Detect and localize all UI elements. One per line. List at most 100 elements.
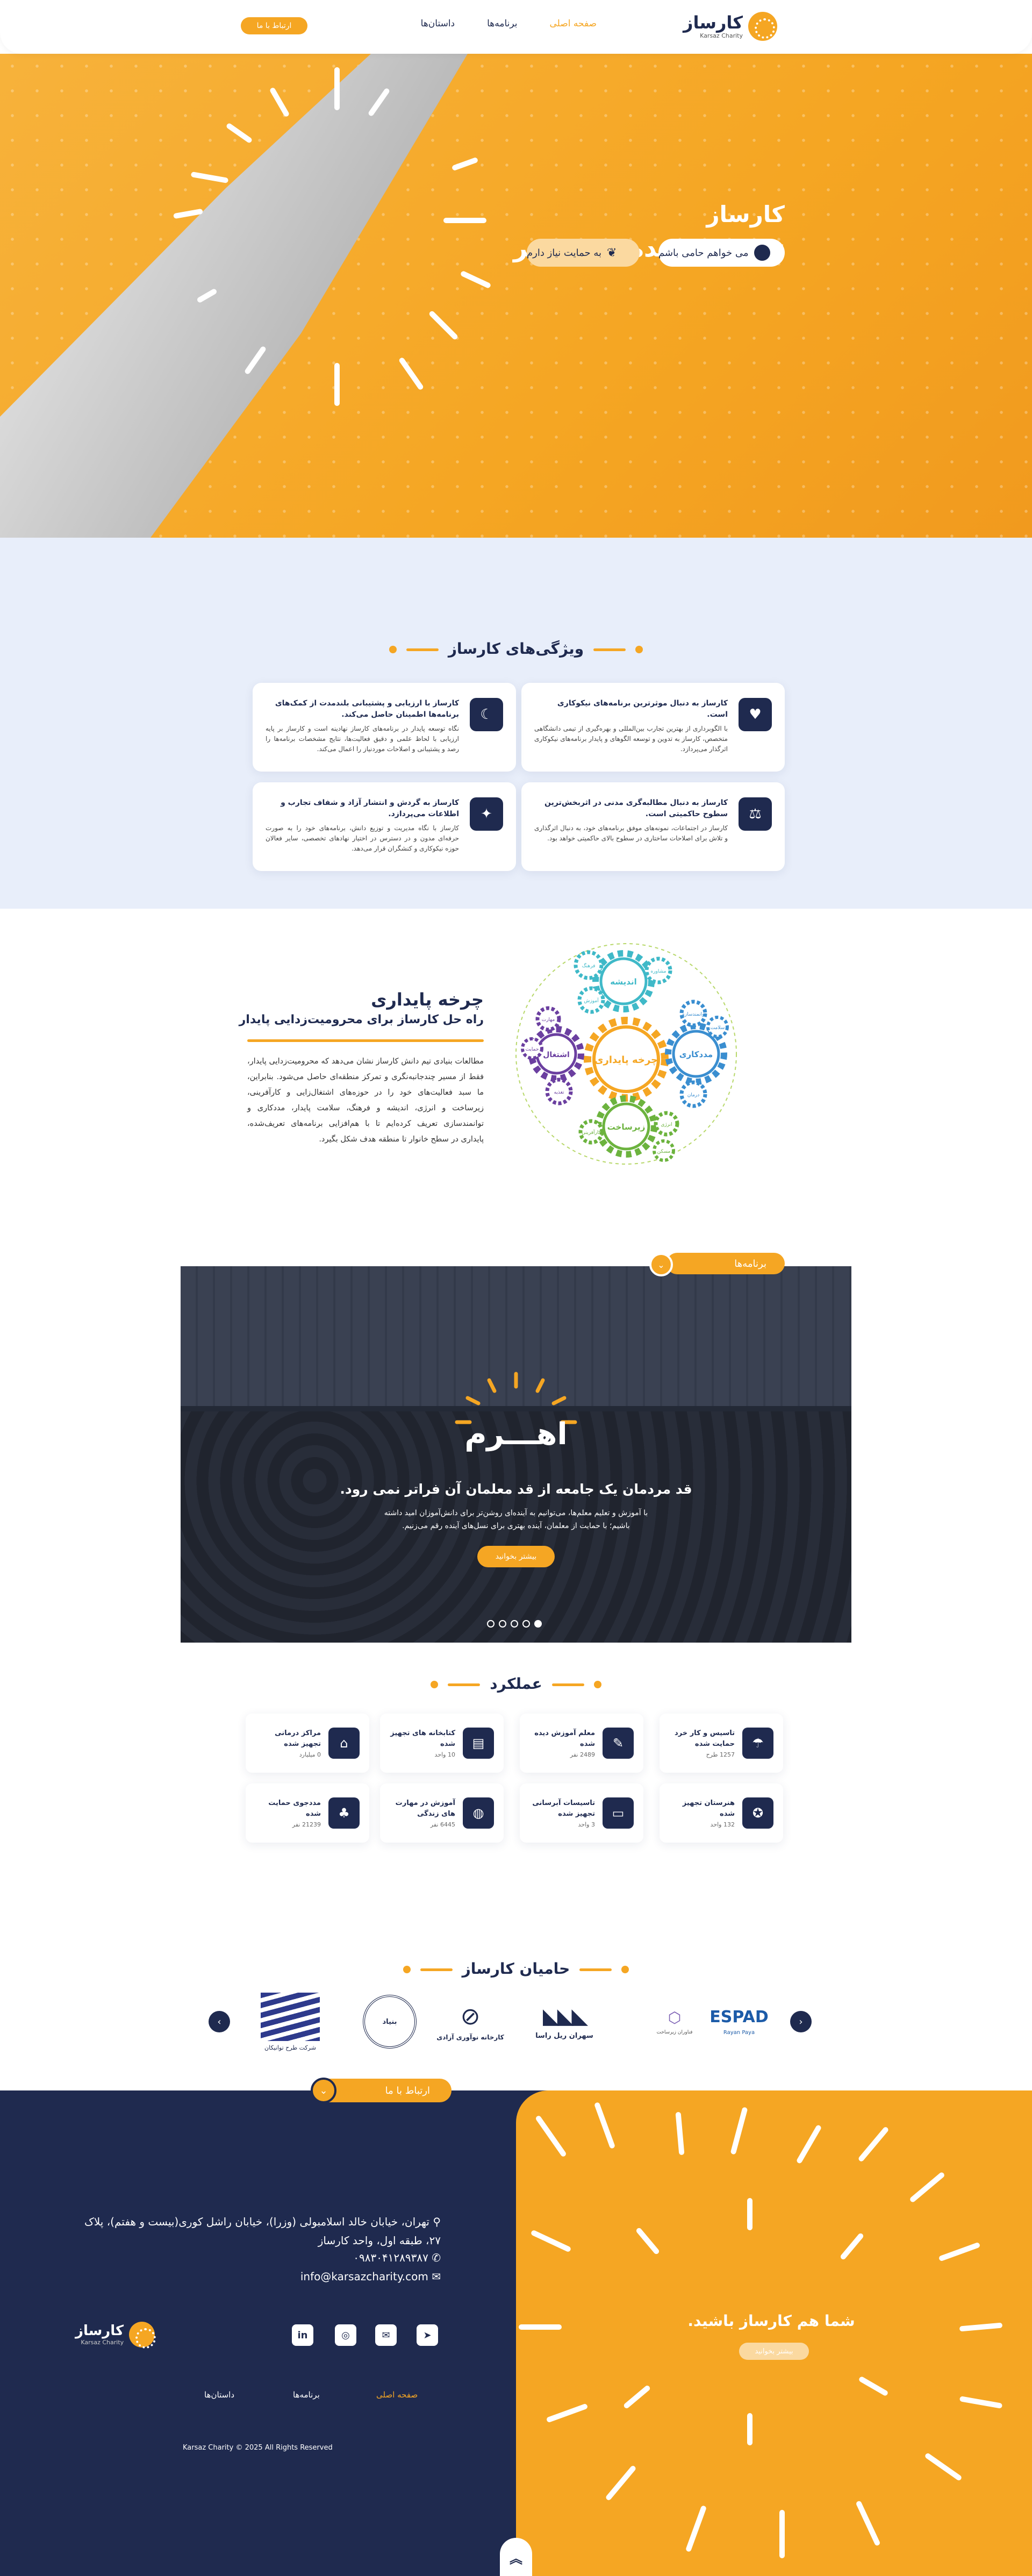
gear-label: اشتغال [543, 1051, 570, 1059]
sponsor-mark-icon: ⊘ [460, 2002, 481, 2030]
read-more-button[interactable]: بیشتر بخوانید [477, 1546, 555, 1567]
cycle-heading: چرخه پایداری راه حل کارساز برای محرومیت‌… [239, 989, 484, 1026]
stat-value: 0 میلیارد [299, 1751, 321, 1758]
instagram-icon[interactable]: ◎ [335, 2324, 356, 2346]
sponsor-logo[interactable]: ⬡ فناوران زیرساخت [656, 2003, 693, 2040]
stat-card: ☂ تاسیس و کار خرد حمایت شده 1257 طرح [660, 1714, 783, 1773]
logo-subtitle: Karsaz Charity [700, 32, 743, 39]
heart-hand-icon: ♥ [739, 698, 772, 731]
stat-title: تاسیس و کار خرد حمایت شده [675, 1729, 735, 1748]
footer-nav-home[interactable]: صفحه اصلی [376, 2390, 418, 2400]
phone-text: ۰۹۸۳۰۴۱۲۸۹۳۸۷ [353, 2251, 428, 2264]
title-bar [406, 648, 439, 651]
title-dot-icon [635, 646, 643, 653]
phone-icon: ✆ [432, 2251, 441, 2264]
logo-icon [129, 2322, 156, 2349]
small-gear-label: مشاوره [651, 969, 666, 974]
address-text: تهران، خیابان خالد اسلامبولی (وزرا)، خیا… [84, 2215, 441, 2247]
sponsor-logo[interactable]: شرکت طرح توانیکان [253, 1989, 328, 2054]
sponsors-next-button[interactable]: › [790, 2011, 812, 2032]
small-gear-label: فرهنگ [582, 962, 596, 969]
be-sponsor-button[interactable]: می خواهم حامی باشم [658, 239, 785, 267]
stat-card: ✎ معلم آموزش دیده شده 2489 نفر [520, 1714, 643, 1773]
mail-icon: ✉ [432, 2270, 441, 2283]
sponsor-logo[interactable]: بنیاد [357, 1989, 422, 2054]
need-support-button[interactable]: ❦ به حمایت نیاز دارم [527, 239, 640, 267]
site-logo[interactable]: کارساز Karsaz Charity [683, 12, 777, 41]
sponsors-prev-button[interactable]: ‹ [209, 2011, 230, 2032]
small-gear-label: انرژی [661, 1122, 672, 1128]
feature-text: نگاه توسعه پایدار در برنامه‌های کارساز ن… [266, 725, 459, 753]
title-bar [551, 1683, 584, 1686]
globe-icon: ◍ [463, 1797, 494, 1829]
slide-dot[interactable] [522, 1620, 530, 1628]
double-chevron-up-icon: ︽ [510, 2551, 522, 2566]
sustainability-cycle-diagram: چرخه پایداری اندیشه مددکاری زیرساخت اشتغ… [515, 943, 737, 1165]
sponsor-logo[interactable]: ◣◣◣ سهران ریل راسا [521, 1995, 607, 2049]
small-gear-label: آموزش [584, 997, 599, 1004]
stat-value: 2489 نفر [570, 1751, 595, 1758]
cta-read-more-button[interactable]: بیشتر بخوانید [739, 2343, 809, 2360]
small-gear-label: حمایت [526, 1047, 539, 1052]
stat-value: 10 واحد [434, 1751, 455, 1758]
umbrella-icon: ☂ [742, 1728, 773, 1759]
sponsor-name: ESPAD [710, 2008, 769, 2026]
performance-title-text: عملکرد [490, 1675, 542, 1693]
small-gear-label: مسکن [657, 1149, 671, 1154]
school-icon: ✪ [742, 1797, 773, 1829]
house-icon: ⌂ [328, 1728, 360, 1759]
stat-card: ⌂ مراکز درمانی تجهیز شده 0 میلیارد [246, 1714, 369, 1773]
stat-card: ▤ کتابخانه های تجهیز شده 10 واحد [380, 1714, 504, 1773]
stat-card: ✪ هنرستان تجهیز شده 132 واحد [660, 1783, 783, 1843]
footer-address: ⚲ تهران، خیابان خالد اسلامبولی (وزرا)، خ… [81, 2213, 441, 2250]
cta-title: شما هم کارساز باشید. [687, 2312, 855, 2330]
sponsor-mark-icon [261, 1992, 320, 2041]
title-bar [420, 1968, 453, 1971]
email-social-icon[interactable]: ✉ [375, 2324, 397, 2346]
bulb-icon: ✦ [470, 797, 503, 831]
feature-text: با الگوبرداری از بهترین تجارب بین‌المللی… [534, 725, 728, 753]
be-sponsor-label: می خواهم حامی باشم [658, 247, 749, 259]
sponsor-logo[interactable]: ⊘ کارخانه نوآوری آزادی [430, 1992, 511, 2051]
title-dot-icon [403, 1966, 411, 1973]
sponsor-mark-icon: ◣◣◣ [542, 2003, 588, 2029]
slide-dot[interactable] [511, 1620, 518, 1628]
feature-text: کارساز در اجتماعات، نمونه‌های موفق برنام… [534, 824, 728, 843]
sponsor-name: کارخانه نوآوری آزادی [436, 2033, 504, 2041]
nav-programs[interactable]: برنامه‌ها [487, 18, 517, 29]
gear-label: اندیشه [610, 977, 636, 987]
linkedin-icon[interactable]: in [292, 2324, 313, 2346]
feature-title: کارساز با ارزیابی و پشتیبانی بلندمدت از … [275, 699, 459, 719]
footer-nav-programs[interactable]: برنامه‌ها [293, 2390, 320, 2400]
feature-title: کارساز به دنبال مطالبه‌گری مدنی در اثربخ… [544, 798, 728, 818]
slide-overlay [181, 1266, 851, 1643]
stat-card: ♣ مددجوی حمایت شده 21239 نفر [246, 1783, 369, 1843]
programs-slider[interactable]: اهـــرم قد مردمان یک جامعه از قد معلمان … [181, 1266, 851, 1643]
nav-stories[interactable]: داستان‌ها [421, 18, 455, 29]
small-gear-label: مهارت [542, 1017, 555, 1023]
small-gear-label: سلامت [711, 1025, 725, 1031]
sponsor-name: فناوران زیرساخت [656, 2029, 693, 2035]
feature-card: ✦ کارساز به گردش و انتشار آزاد و شفاف تج… [253, 782, 516, 871]
footer-email[interactable]: info@karsazcharity.com ✉ [280, 2270, 441, 2283]
slide-tagline: قد مردمان یک جامعه از قد معلمان آن فراتر… [340, 1481, 692, 1497]
sponsor-name: شرکت طرح توانیکان [264, 2044, 316, 2051]
contact-button[interactable]: ارتباط با ما [241, 17, 307, 34]
footer-phone[interactable]: ۰۹۸۳۰۴۱۲۸۹۳۸۷ ✆ [301, 2251, 441, 2264]
footer-logo[interactable]: کارساز Karsaz Charity [75, 2322, 156, 2349]
card-icon: ▭ [603, 1797, 634, 1829]
stat-title: کتابخانه های تجهیز شده [390, 1729, 455, 1748]
telegram-icon[interactable]: ➤ [417, 2324, 438, 2346]
slide-dot-active[interactable] [534, 1620, 542, 1628]
scroll-top-button[interactable]: ︽ [500, 2538, 532, 2576]
slide-dot[interactable] [499, 1620, 506, 1628]
sponsors-title: حامیان کارساز [0, 1960, 1032, 1978]
sponsor-logo[interactable]: ESPAD Rayan Paya [699, 1997, 779, 2046]
slide-dot[interactable] [487, 1620, 494, 1628]
chevron-down-icon: ⌄ [649, 1253, 673, 1276]
cycle-subtitle: راه حل کارساز برای محرومیت‌زدایی پایدار [239, 1013, 484, 1026]
nav-home[interactable]: صفحه اصلی [550, 18, 597, 29]
teacher-icon: ✎ [603, 1728, 634, 1759]
hub-label: چرخه پایداری [594, 1054, 658, 1066]
footer-nav-stories[interactable]: داستان‌ها [204, 2390, 234, 2400]
